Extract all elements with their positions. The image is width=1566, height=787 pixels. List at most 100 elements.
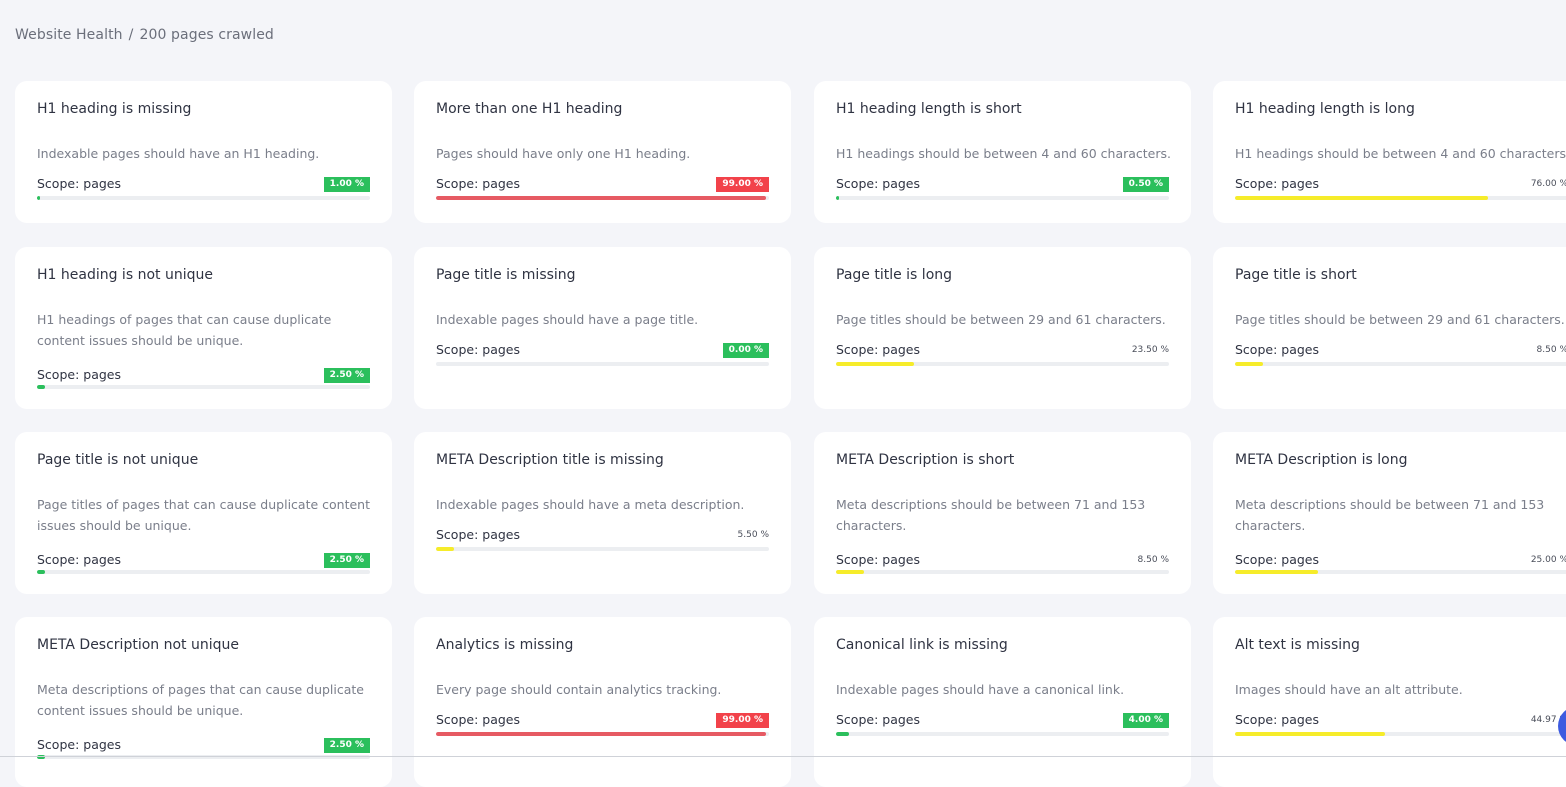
card-title: H1 heading is missing <box>37 101 192 117</box>
progress-fill <box>836 196 839 200</box>
percentage-badge: 4.00 % <box>1122 713 1169 728</box>
card-description: Indexable pages should have a meta descr… <box>436 497 745 512</box>
scope-label: Scope: pages <box>37 552 121 567</box>
health-card[interactable]: H1 heading is missing Indexable pages sh… <box>15 81 392 223</box>
card-title: Canonical link is missing <box>836 637 1008 653</box>
card-title: Analytics is missing <box>436 637 574 653</box>
percentage-badge: 0.00 % <box>722 343 769 358</box>
scope-row: Scope: pages 8.50 % <box>836 552 1169 570</box>
progress-track <box>436 547 769 551</box>
percentage-badge: 2.50 % <box>323 368 370 383</box>
health-card[interactable]: H1 heading length is long H1 headings sh… <box>1213 81 1566 223</box>
health-card[interactable]: META Description is short Meta descripti… <box>814 432 1191 594</box>
health-card[interactable]: Alt text is missing Images should have a… <box>1213 617 1566 787</box>
health-card[interactable]: H1 heading is not unique H1 headings of … <box>15 247 392 409</box>
scope-row: Scope: pages 1.00 % <box>37 176 370 194</box>
card-title: H1 heading is not unique <box>37 267 213 283</box>
card-description: Page titles should be between 29 and 61 … <box>836 312 1166 327</box>
card-description: H1 headings should be between 4 and 60 c… <box>836 146 1171 161</box>
progress-fill <box>37 570 46 574</box>
progress-track <box>436 196 769 200</box>
card-title: H1 heading length is short <box>836 101 1022 117</box>
progress-track <box>37 570 370 574</box>
card-title: META Description is long <box>1235 452 1408 468</box>
card-description: Every page should contain analytics trac… <box>436 682 722 697</box>
card-description: Meta descriptions should be between 71 a… <box>1235 497 1545 533</box>
scope-label: Scope: pages <box>37 367 121 382</box>
health-card[interactable]: Page title is short Page titles should b… <box>1213 247 1566 409</box>
card-title: Page title is not unique <box>37 452 199 468</box>
progress-fill <box>836 570 865 574</box>
scope-label: Scope: pages <box>836 342 920 357</box>
percentage-badge: 25.00 % <box>1530 555 1566 565</box>
progress-fill <box>436 732 766 736</box>
progress-track <box>1235 570 1566 574</box>
health-card[interactable]: H1 heading length is short H1 headings s… <box>814 81 1191 223</box>
health-card[interactable]: META Description not unique Meta descrip… <box>15 617 392 787</box>
scope-row: Scope: pages 2.50 % <box>37 367 370 385</box>
scope-row: Scope: pages 25.00 % <box>1235 552 1566 570</box>
card-description: Meta descriptions of pages that can caus… <box>37 682 365 718</box>
health-card[interactable]: Page title is long Page titles should be… <box>814 247 1191 409</box>
scope-label: Scope: pages <box>1235 342 1319 357</box>
scope-label: Scope: pages <box>836 176 920 191</box>
health-card[interactable]: Canonical link is missing Indexable page… <box>814 617 1191 787</box>
scope-row: Scope: pages 5.50 % <box>436 527 769 545</box>
card-description: Indexable pages should have a canonical … <box>836 682 1125 697</box>
health-card[interactable]: Analytics is missing Every page should c… <box>414 617 791 787</box>
card-title: More than one H1 heading <box>436 101 623 117</box>
health-card[interactable]: Page title is missing Indexable pages sh… <box>414 247 791 409</box>
card-title: META Description title is missing <box>436 452 664 468</box>
card-description: Meta descriptions should be between 71 a… <box>836 497 1146 533</box>
percentage-badge: 2.50 % <box>323 553 370 568</box>
health-card[interactable]: More than one H1 heading Pages should ha… <box>414 81 791 223</box>
breadcrumb-separator: / <box>128 27 134 43</box>
card-description: Page titles of pages that can cause dupl… <box>37 497 370 533</box>
scope-row: Scope: pages 8.50 % <box>1235 342 1566 360</box>
scope-label: Scope: pages <box>37 737 121 752</box>
card-description: H1 headings should be between 4 and 60 c… <box>1235 146 1566 161</box>
progress-track <box>836 732 1169 736</box>
scope-label: Scope: pages <box>1235 552 1319 567</box>
card-description: Pages should have only one H1 heading. <box>436 146 691 161</box>
scope-row: Scope: pages 23.50 % <box>836 342 1169 360</box>
progress-fill <box>1235 570 1319 574</box>
scope-label: Scope: pages <box>836 552 920 567</box>
progress-fill <box>37 196 41 200</box>
scope-row: Scope: pages 99.00 % <box>436 176 769 194</box>
progress-track <box>1235 732 1566 736</box>
progress-track <box>436 732 769 736</box>
health-card[interactable]: Page title is not unique Page titles of … <box>15 432 392 594</box>
progress-track <box>37 385 370 389</box>
card-title: Alt text is missing <box>1235 637 1360 653</box>
percentage-badge: 76.00 % <box>1530 179 1566 189</box>
breadcrumb-root[interactable]: Website Health <box>15 27 123 43</box>
scope-row: Scope: pages 99.00 % <box>436 712 769 730</box>
percentage-badge: 0.50 % <box>1122 177 1169 192</box>
card-title: Page title is long <box>836 267 953 283</box>
health-card[interactable]: META Description is long Meta descriptio… <box>1213 432 1566 594</box>
percentage-badge: 1.00 % <box>323 177 370 192</box>
scope-label: Scope: pages <box>436 527 520 542</box>
scope-row: Scope: pages 76.00 % <box>1235 176 1566 194</box>
health-card[interactable]: META Description title is missing Indexa… <box>414 432 791 594</box>
scope-label: Scope: pages <box>1235 176 1319 191</box>
breadcrumb-current: 200 pages crawled <box>139 27 274 43</box>
progress-fill <box>1235 362 1264 366</box>
progress-track <box>1235 362 1566 366</box>
scope-row: Scope: pages 2.50 % <box>37 552 370 570</box>
progress-fill <box>1235 732 1385 736</box>
card-title: H1 heading length is long <box>1235 101 1415 117</box>
card-description: H1 headings of pages that can cause dupl… <box>37 312 332 348</box>
scope-label: Scope: pages <box>436 712 520 727</box>
card-title: Page title is missing <box>436 267 576 283</box>
scope-label: Scope: pages <box>436 176 520 191</box>
progress-track <box>436 362 769 366</box>
scope-label: Scope: pages <box>436 342 520 357</box>
scope-row: Scope: pages 2.50 % <box>37 737 370 755</box>
progress-track <box>1235 196 1566 200</box>
scope-row: Scope: pages 44.97 % <box>1235 712 1566 730</box>
scope-row: Scope: pages 0.00 % <box>436 342 769 360</box>
scope-label: Scope: pages <box>1235 712 1319 727</box>
card-title: META Description is short <box>836 452 1015 468</box>
